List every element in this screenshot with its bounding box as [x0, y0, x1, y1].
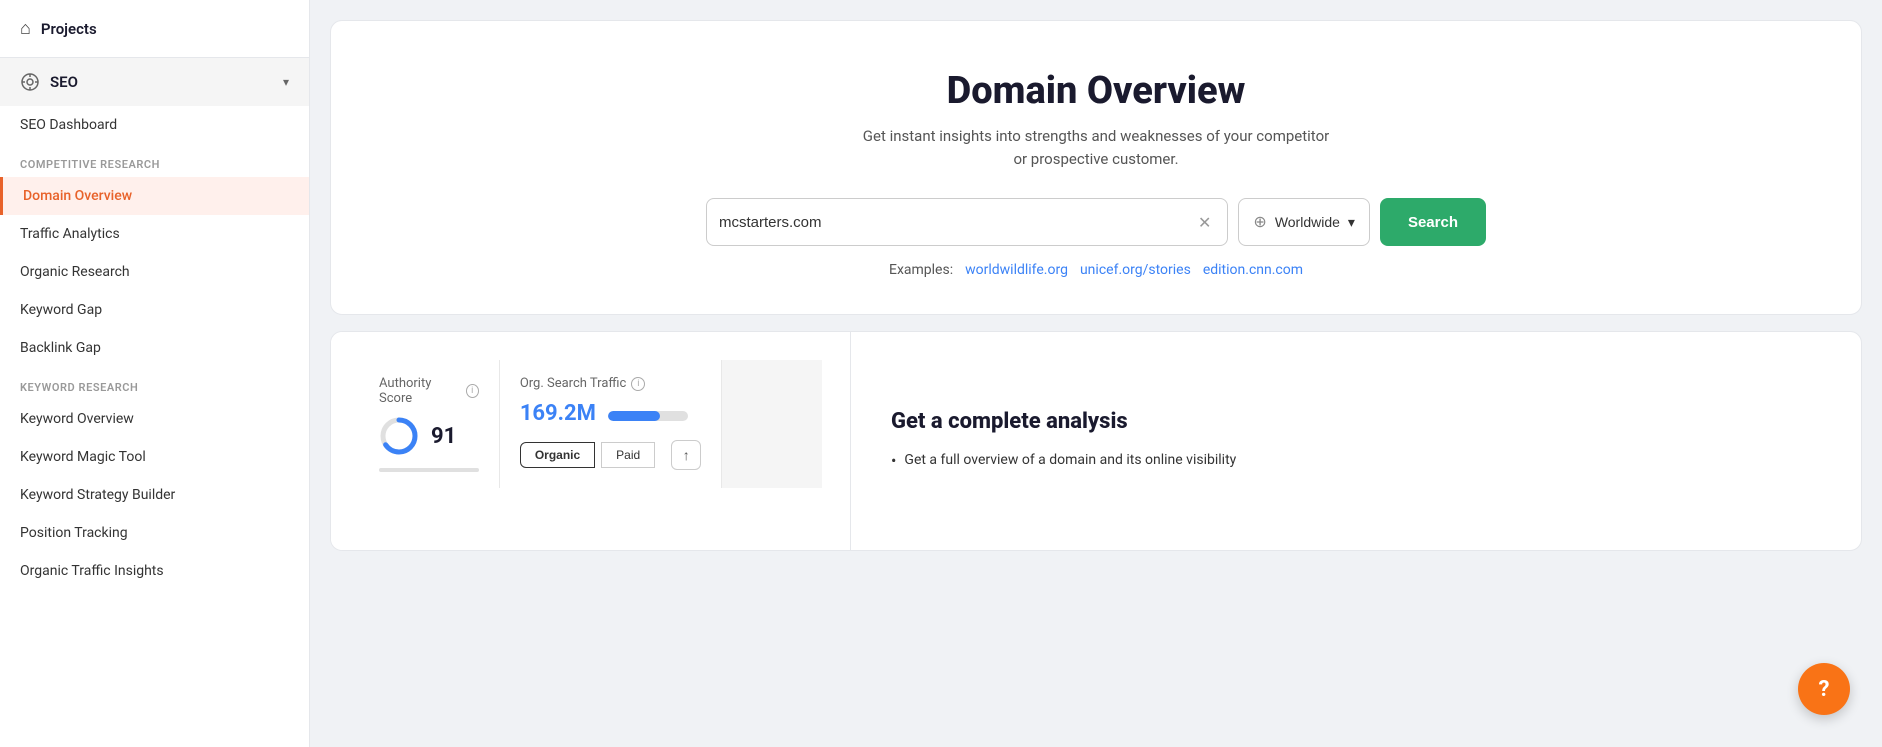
examples-row: Examples: worldwildlife.org unicef.org/s…	[889, 262, 1303, 278]
analysis-list: Get a full overview of a domain and its …	[891, 450, 1821, 472]
sidebar-item-domain-overview[interactable]: Domain Overview	[0, 177, 309, 215]
sidebar-item-organic-research[interactable]: Organic Research	[0, 253, 309, 291]
analysis-title: Get a complete analysis	[891, 409, 1821, 434]
sidebar-item-seo-dashboard[interactable]: SEO Dashboard	[0, 106, 309, 144]
examples-label: Examples:	[889, 262, 953, 278]
search-input-wrapper: ✕	[706, 198, 1228, 246]
metrics-row: Authority Score i 91 Org.	[359, 360, 822, 488]
sidebar-item-keyword-strategy-builder[interactable]: Keyword Strategy Builder	[0, 476, 309, 514]
sidebar-item-backlink-gap[interactable]: Backlink Gap	[0, 329, 309, 367]
search-input[interactable]	[719, 214, 1194, 231]
projects-label: Projects	[41, 20, 97, 38]
traffic-bar	[608, 411, 688, 421]
page-subtitle: Get instant insights into strengths and …	[863, 125, 1329, 170]
sidebar-item-keyword-magic-tool[interactable]: Keyword Magic Tool	[0, 438, 309, 476]
analysis-item-1: Get a full overview of a domain and its …	[891, 450, 1821, 472]
organic-tab[interactable]: Organic	[520, 442, 595, 468]
clear-icon[interactable]: ✕	[1194, 209, 1215, 236]
page-title: Domain Overview	[947, 69, 1246, 113]
authority-score-value-row: 91	[379, 416, 479, 456]
sidebar-item-position-tracking[interactable]: Position Tracking	[0, 514, 309, 552]
org-search-traffic-label: Org. Search Traffic i	[520, 376, 701, 391]
sidebar-item-keyword-overview[interactable]: Keyword Overview	[0, 400, 309, 438]
example-link-1[interactable]: worldwildlife.org	[965, 262, 1068, 278]
sidebar-seo-toggle[interactable]: SEO ▾	[0, 58, 309, 106]
bottom-card-right: Get a complete analysis Get a full overv…	[851, 332, 1861, 550]
example-link-2[interactable]: unicef.org/stories	[1080, 262, 1191, 278]
home-icon: ⌂	[20, 18, 31, 39]
example-link-3[interactable]: edition.cnn.com	[1203, 262, 1303, 278]
main-content: Domain Overview Get instant insights int…	[310, 0, 1882, 747]
seo-header-left: SEO	[20, 72, 78, 92]
authority-score-value: 91	[431, 424, 456, 449]
authority-score-donut	[379, 416, 419, 456]
help-fab[interactable]: ?	[1798, 663, 1850, 715]
globe-icon: ⊕	[1253, 212, 1266, 232]
paid-tab[interactable]: Paid	[601, 442, 655, 468]
search-row: ✕ ⊕ Worldwide ▾ Search	[706, 198, 1486, 246]
sidebar-item-traffic-analytics[interactable]: Traffic Analytics	[0, 215, 309, 253]
keyword-research-section-label: KEYWORD RESEARCH	[0, 367, 309, 400]
traffic-bar-fill	[608, 411, 660, 421]
authority-score-label: Authority Score i	[379, 376, 479, 406]
authority-score-info-icon[interactable]: i	[466, 384, 479, 398]
export-icon[interactable]: ↑	[671, 440, 701, 470]
sidebar: ⌂ Projects SEO ▾ SEO Dashboard COMPETITI…	[0, 0, 310, 747]
seo-label: SEO	[50, 73, 78, 91]
top-card: Domain Overview Get instant insights int…	[330, 20, 1862, 315]
chevron-down-icon: ▾	[1348, 214, 1355, 231]
bottom-card-left: Authority Score i 91 Org.	[331, 332, 851, 550]
org-traffic-info-icon[interactable]: i	[631, 377, 645, 391]
org-search-traffic-card: Org. Search Traffic i 169.2M Organic	[500, 360, 722, 488]
sidebar-item-organic-traffic-insights[interactable]: Organic Traffic Insights	[0, 552, 309, 590]
authority-score-card: Authority Score i 91	[359, 360, 500, 488]
chevron-down-icon: ▾	[283, 75, 289, 89]
authority-score-bar	[379, 468, 479, 472]
sidebar-item-keyword-gap[interactable]: Keyword Gap	[0, 291, 309, 329]
seo-icon	[20, 72, 40, 92]
worldwide-dropdown[interactable]: ⊕ Worldwide ▾	[1238, 198, 1370, 246]
org-traffic-value-row: 169.2M	[520, 401, 701, 426]
third-metric-card	[722, 360, 822, 488]
competitive-research-section-label: COMPETITIVE RESEARCH	[0, 144, 309, 177]
search-button[interactable]: Search	[1380, 198, 1486, 246]
bottom-card: Authority Score i 91 Org.	[330, 331, 1862, 551]
org-traffic-value: 169.2M	[520, 401, 596, 426]
sidebar-projects[interactable]: ⌂ Projects	[0, 0, 309, 58]
